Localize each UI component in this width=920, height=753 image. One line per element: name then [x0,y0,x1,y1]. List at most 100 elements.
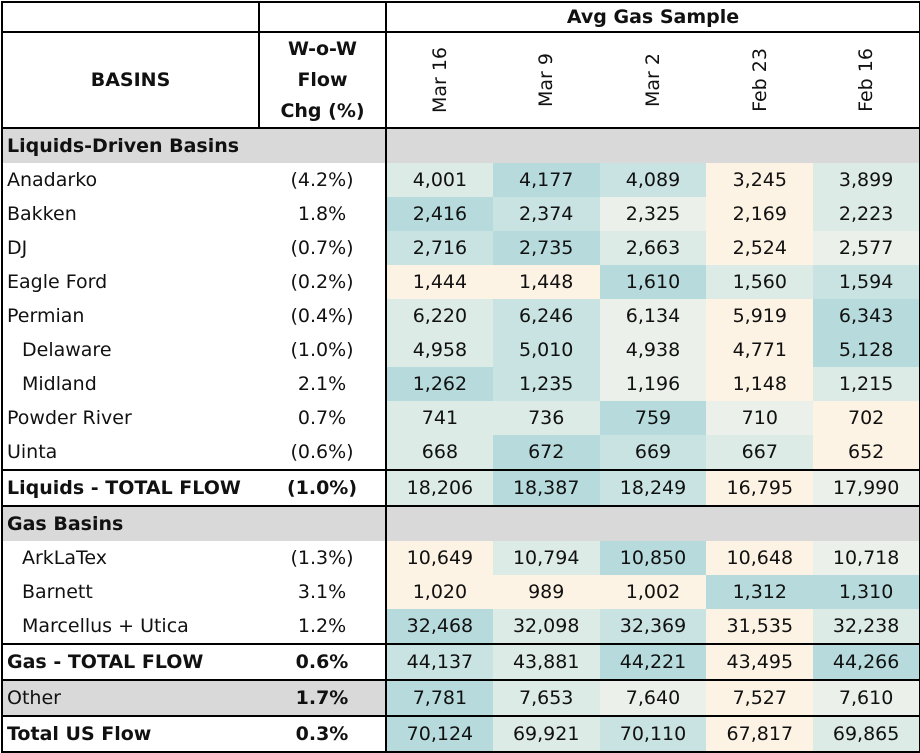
flow-value: 32,369 [599,609,707,644]
date-label: Mar 16 [428,46,451,114]
table-row: Powder River 0.7% 741 736 759 710 702 [1,401,920,435]
wow-chg-header-line2: Chg (%) [280,99,365,122]
wow-change: (0.4%) [259,299,387,333]
flow-value: 44,266 [813,643,920,680]
basin-name: Eagle Ford [1,265,259,299]
date-header-0: Mar 16 [386,31,493,128]
flow-value: 1,594 [813,265,920,299]
flow-value: 10,850 [599,541,707,575]
gas-flow-table: Avg Gas Sample BASINS W-o-W Flow Chg (%) … [1,1,920,753]
table-row: Uinta (0.6%) 668 672 669 667 652 [1,435,920,470]
flow-value: 736 [492,401,600,435]
other-row: Other 1.7% 7,781 7,653 7,640 7,527 7,610 [1,679,920,716]
flow-value: 70,124 [386,715,493,753]
table-row: Barnett 3.1% 1,020 989 1,002 1,312 1,310 [1,575,920,609]
flow-value: 10,648 [706,541,814,575]
flow-value: 32,468 [386,609,493,644]
table-row: Marcellus + Utica 1.2% 32,468 32,098 32,369 3… [1,609,920,644]
flow-value: 1,448 [492,265,600,299]
flow-value: 4,938 [599,333,707,367]
flow-value: 6,343 [813,299,920,333]
date-header-4: Feb 16 [813,31,920,128]
flow-value: 7,527 [706,679,814,716]
flow-value: 1,262 [386,367,493,401]
section-liquids-spacer [259,127,387,163]
basin-name: Anadarko [1,163,259,197]
wow-change: 0.3% [259,715,387,753]
wow-change: 1.2% [259,609,387,644]
flow-value: 69,865 [813,715,920,753]
wow-change: 1.8% [259,197,387,231]
wow-change: (1.0%) [259,469,387,506]
basin-name: Other [1,679,259,716]
section-liquids-label: Liquids-Driven Basins [1,127,259,163]
basin-name: Barnett [1,575,259,609]
flow-value: 10,794 [492,541,600,575]
section-gas-value-spacer [386,505,920,541]
flow-value: 667 [706,435,814,470]
wow-change: 1.7% [259,679,387,716]
gas-total-row: Gas - TOTAL FLOW 0.6% 44,137 43,881 44,221 43… [1,643,920,680]
flow-value: 6,246 [492,299,600,333]
flow-value: 2,223 [813,197,920,231]
wow-change: 0.7% [259,401,387,435]
wow-change: (1.0%) [259,333,387,367]
flow-value: 32,238 [813,609,920,644]
table-row: Delaware (1.0%) 4,958 5,010 4,938 4,771 5,128 [1,333,920,367]
basin-name: ArkLaTex [1,541,259,575]
flow-value: 70,110 [599,715,707,753]
flow-value: 759 [599,401,707,435]
basin-name: Midland [1,367,259,401]
flow-value: 2,577 [813,231,920,265]
wow-change: (0.7%) [259,231,387,265]
flow-value: 18,249 [599,469,707,506]
flow-value: 18,387 [492,469,600,506]
flow-value: 6,134 [599,299,707,333]
flow-value: 702 [813,401,920,435]
table-row: DJ (0.7%) 2,716 2,735 2,663 2,524 2,577 [1,231,920,265]
section-gas-row: Gas Basins [1,505,920,541]
flow-value: 7,781 [386,679,493,716]
flow-value: 5,010 [492,333,600,367]
basin-name: DJ [1,231,259,265]
flow-value: 4,177 [492,163,600,197]
wow-change: (1.3%) [259,541,387,575]
flow-value: 3,899 [813,163,920,197]
flow-value: 3,245 [706,163,814,197]
flow-value: 2,663 [599,231,707,265]
section-liquids-row: Liquids-Driven Basins [1,127,920,163]
flow-value: 2,735 [492,231,600,265]
avg-gas-sample-title: Avg Gas Sample [386,1,920,32]
wow-change: 0.6% [259,643,387,680]
basin-name: Powder River [1,401,259,435]
basin-name: Liquids - TOTAL FLOW [1,469,259,506]
table-row: Bakken 1.8% 2,416 2,374 2,325 2,169 2,223 [1,197,920,231]
flow-value: 1,196 [599,367,707,401]
flow-value: 2,416 [386,197,493,231]
basin-name: Gas - TOTAL FLOW [1,643,259,680]
wow-change: (4.2%) [259,163,387,197]
flow-value: 4,001 [386,163,493,197]
flow-value: 69,921 [492,715,600,753]
wow-chg-header: W-o-W Flow Chg (%) [259,31,387,128]
flow-value: 5,128 [813,333,920,367]
date-header-2: Mar 2 [599,31,707,128]
flow-value: 1,235 [492,367,600,401]
liquids-total-row: Liquids - TOTAL FLOW (1.0%) 18,206 18,387 18… [1,469,920,506]
flow-value: 17,990 [813,469,920,506]
flow-value: 7,610 [813,679,920,716]
flow-value: 10,649 [386,541,493,575]
table-row: Permian (0.4%) 6,220 6,246 6,134 5,919 6,343 [1,299,920,333]
flow-value: 1,560 [706,265,814,299]
flow-value: 10,718 [813,541,920,575]
basins-header: BASINS [1,31,260,128]
flow-value: 2,374 [492,197,600,231]
total-us-flow-row: Total US Flow 0.3% 70,124 69,921 70,110 67,81… [1,715,920,753]
date-label: Mar 2 [641,53,664,107]
flow-value: 31,535 [706,609,814,644]
flow-value: 652 [813,435,920,470]
date-label: Feb 23 [748,48,771,112]
corner-cell [1,1,260,32]
flow-value: 44,137 [386,643,493,680]
wow-change: (0.2%) [259,265,387,299]
